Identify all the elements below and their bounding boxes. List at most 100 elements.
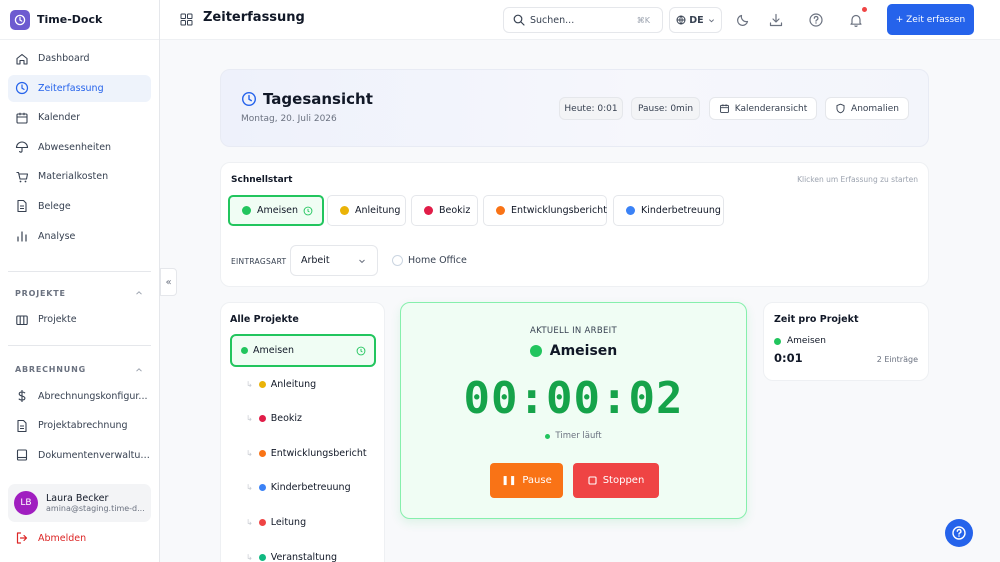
home-office-toggle[interactable]: Home Office: [392, 255, 467, 266]
shield-icon: [836, 103, 845, 114]
project-item-entwicklungsbericht[interactable]: ↳ Entwicklungsbericht: [230, 437, 376, 470]
calendar-view-button[interactable]: Kalenderansicht: [709, 97, 817, 120]
clock-icon: [241, 91, 257, 107]
app-name: Time-Dock: [37, 13, 103, 26]
tree-branch-icon: ↳: [246, 449, 253, 458]
umbrella-icon: [15, 141, 29, 153]
sidebar-item-label: Dashboard: [38, 53, 90, 64]
entry-type-select[interactable]: Arbeit: [290, 245, 378, 276]
abrechnung-nav: Abrechnungskonfigur... Projektabrechnung…: [0, 383, 159, 477]
status-dot: [545, 433, 551, 439]
quickstart-title: Schnellstart: [231, 175, 293, 185]
project-item-leitung[interactable]: ↳ Leitung: [230, 506, 376, 539]
sidebar-collapse-button[interactable]: «: [160, 268, 177, 296]
today-total-chip: Heute: 0:01: [559, 97, 623, 120]
timer-display: 00:00:02: [463, 373, 684, 424]
pause-button[interactable]: ❚❚ Pause: [490, 463, 563, 498]
brand[interactable]: Time-Dock: [0, 0, 159, 40]
user-info: Laura Becker amina@staging.time-d...: [46, 493, 146, 513]
sidebar-item-belege[interactable]: Belege: [8, 193, 151, 220]
timer-status-label: Timer läuft: [555, 431, 602, 441]
project-color-dot: [340, 206, 349, 215]
clock-icon: [303, 206, 313, 215]
stop-button[interactable]: Stoppen: [573, 463, 659, 498]
user-card[interactable]: LB Laura Becker amina@staging.time-d...: [8, 484, 151, 522]
sidebar-item-analyse[interactable]: Analyse: [8, 223, 151, 250]
sidebar-item-abrechnungskonfiguration[interactable]: Abrechnungskonfigur...: [8, 383, 151, 410]
quickstart-button-entwicklungsbericht[interactable]: Entwicklungsbericht: [483, 195, 607, 226]
main-nav: Dashboard Zeiterfassung Kalender Abwesen…: [0, 40, 159, 257]
timer-status: Timer läuft: [401, 431, 746, 441]
project-color-dot: [258, 484, 266, 491]
pause-icon: ❚❚: [501, 475, 517, 486]
page-title: Zeiterfassung: [203, 10, 305, 25]
tree-branch-icon: ↳: [246, 380, 253, 389]
sidebar-item-projektabrechnung[interactable]: Projektabrechnung: [8, 412, 151, 439]
projects-panel: Alle Projekte Ameisen ↳ Anleitung ↳ Beok…: [220, 302, 385, 562]
time-per-project-panel: Zeit pro Projekt Ameisen 0:01 2 Einträge: [763, 302, 929, 381]
project-color-dot: [241, 347, 248, 354]
project-item-kinderbetreuung[interactable]: ↳ Kinderbetreuung: [230, 471, 376, 504]
sidebar-item-abwesenheiten[interactable]: Abwesenheiten: [8, 134, 151, 161]
bar-chart-icon: [17, 231, 27, 242]
chevron-down-icon: [708, 18, 714, 22]
document-icon: [17, 419, 27, 432]
quickstart-button-anleitung[interactable]: Anleitung: [327, 195, 406, 226]
sidebar-item-label: Abrechnungskonfigur...: [38, 390, 148, 402]
quickstart-button-ameisen[interactable]: Ameisen: [228, 195, 324, 226]
sidebar-item-dashboard[interactable]: Dashboard: [8, 45, 151, 72]
project-label: Kinderbetreuung: [270, 482, 351, 493]
sidebar-item-kalender[interactable]: Kalender: [8, 104, 151, 131]
project-color-dot: [774, 337, 781, 345]
add-time-button[interactable]: + Zeit erfassen: [887, 4, 974, 35]
home-office-label: Home Office: [408, 255, 467, 266]
help-icon: [952, 526, 966, 540]
project-item-anleitung[interactable]: ↳ Anleitung: [230, 368, 376, 401]
project-color-dot: [626, 206, 635, 215]
sidebar-item-zeiterfassung[interactable]: Zeiterfassung: [8, 74, 151, 102]
timer-caption: AKTUELL IN ARBEIT: [530, 326, 617, 336]
section-projekte-header[interactable]: PROJEKTE: [0, 280, 159, 306]
home-office-checkbox[interactable]: [392, 255, 403, 266]
moon-icon[interactable]: [735, 12, 751, 28]
project-item-beokiz[interactable]: ↳ Beokiz: [230, 402, 376, 435]
entry-project-name: Ameisen: [787, 336, 826, 346]
help-icon[interactable]: [808, 12, 824, 28]
section-abrechnung-header[interactable]: ABRECHNUNG: [0, 357, 159, 383]
download-icon[interactable]: [768, 12, 784, 28]
sidebar-item-projekte[interactable]: Projekte: [8, 306, 151, 333]
quickstart-button-beokiz[interactable]: Beokiz: [411, 195, 478, 226]
quickstart-button-label: Entwicklungsbericht: [511, 205, 607, 216]
sidebar-item-label: Abwesenheiten: [38, 141, 112, 153]
calendar-view-label: Kalenderansicht: [734, 103, 808, 114]
folder-icon: [16, 315, 28, 325]
time-per-project-entry: Ameisen: [774, 336, 826, 346]
clock-icon: [15, 81, 29, 95]
project-label: Entwicklungsbericht: [270, 448, 367, 459]
project-item-ameisen[interactable]: Ameisen: [230, 334, 376, 367]
quickstart-button-label: Ameisen: [257, 205, 299, 216]
section-title: PROJEKTE: [15, 288, 66, 298]
project-label: Ameisen: [253, 345, 295, 356]
page-heading: Tagesansicht: [241, 90, 373, 108]
anomalies-button[interactable]: Anomalien: [825, 97, 909, 120]
sidebar-item-label: Projekte: [38, 314, 77, 326]
quickstart-button-kinderbetreuung[interactable]: Kinderbetreuung: [613, 195, 724, 226]
sidebar-item-label: Zeiterfassung: [38, 82, 104, 94]
project-color-dot: [258, 415, 266, 422]
anomalies-label: Anomalien: [851, 103, 899, 114]
project-color-dot: [242, 206, 251, 215]
search-input[interactable]: Suchen... ⌘K: [503, 7, 663, 33]
grid-icon[interactable]: [180, 13, 193, 26]
sidebar-item-dokumentenverwaltung[interactable]: Dokumentenverwaltung: [8, 442, 151, 469]
stop-icon: [588, 476, 597, 485]
project-item-veranstaltung[interactable]: ↳ Veranstaltung: [230, 541, 376, 562]
logout-button[interactable]: Abmelden: [15, 531, 86, 545]
help-fab-button[interactable]: [945, 519, 973, 547]
quickstart-button-label: Anleitung: [355, 205, 401, 216]
sidebar-item-materialkosten[interactable]: Materialkosten: [8, 163, 151, 190]
logout-label: Abmelden: [38, 532, 87, 544]
bell-icon[interactable]: [848, 12, 864, 28]
sidebar-item-label: Kalender: [38, 112, 81, 124]
language-select[interactable]: DE: [669, 7, 722, 33]
